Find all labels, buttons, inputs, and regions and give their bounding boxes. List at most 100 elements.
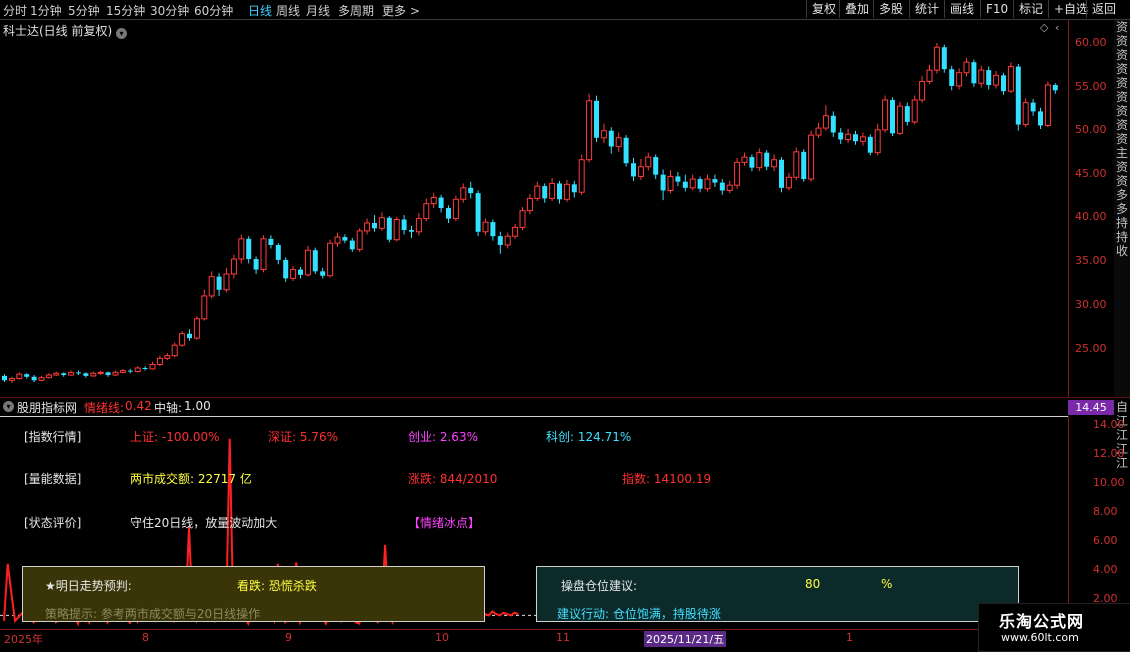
candle[interactable] xyxy=(1030,99,1036,116)
statistics-button[interactable]: 统计 xyxy=(909,0,944,18)
candle[interactable] xyxy=(949,65,955,91)
candle[interactable] xyxy=(704,174,711,192)
candle[interactable] xyxy=(859,132,866,146)
candle[interactable] xyxy=(726,180,733,194)
candle[interactable] xyxy=(971,59,977,87)
candle[interactable] xyxy=(409,225,414,238)
candle[interactable] xyxy=(415,213,422,236)
candle[interactable] xyxy=(956,68,963,90)
candle[interactable] xyxy=(446,205,451,223)
candle[interactable] xyxy=(1044,81,1051,128)
candle[interactable] xyxy=(334,232,341,247)
candle[interactable] xyxy=(512,223,519,239)
candlestick-chart[interactable] xyxy=(0,20,1068,397)
candle[interactable] xyxy=(16,372,23,380)
candle[interactable] xyxy=(749,154,755,172)
period-tab-intraday[interactable]: 分时 xyxy=(3,2,27,19)
back-button[interactable]: 返回 xyxy=(1086,0,1121,18)
candle[interactable] xyxy=(896,101,903,136)
candle[interactable] xyxy=(298,266,303,279)
candle[interactable] xyxy=(756,148,763,172)
candle[interactable] xyxy=(933,42,940,74)
period-tab-multi[interactable]: 多周期 xyxy=(338,2,374,19)
candle[interactable] xyxy=(653,154,659,180)
candle[interactable] xyxy=(156,355,163,367)
candle[interactable] xyxy=(1007,62,1014,93)
candle[interactable] xyxy=(986,66,992,90)
candle[interactable] xyxy=(2,374,7,383)
candle[interactable] xyxy=(386,215,392,243)
candle[interactable] xyxy=(490,219,496,241)
candle[interactable] xyxy=(882,95,889,133)
candle[interactable] xyxy=(452,195,459,222)
candle[interactable] xyxy=(468,181,474,199)
multi-stock-button[interactable]: 多股 xyxy=(873,0,908,18)
f10-button[interactable]: F10 xyxy=(980,0,1013,18)
candle[interactable] xyxy=(364,218,371,235)
candle[interactable] xyxy=(460,183,467,203)
candle[interactable] xyxy=(785,172,792,191)
candle[interactable] xyxy=(290,266,297,281)
candle[interactable] xyxy=(327,239,334,278)
candle[interactable] xyxy=(904,102,910,126)
candle[interactable] xyxy=(645,152,652,171)
candle[interactable] xyxy=(563,179,570,202)
candle[interactable] xyxy=(874,123,881,156)
candle[interactable] xyxy=(600,123,607,144)
candle[interactable] xyxy=(801,149,807,182)
period-tab-more[interactable]: 更多 > xyxy=(382,2,420,19)
period-tab-60min[interactable]: 60分钟 xyxy=(194,2,233,19)
candle[interactable] xyxy=(1015,63,1021,131)
candle[interactable] xyxy=(1001,72,1006,95)
candle[interactable] xyxy=(83,372,89,378)
candle[interactable] xyxy=(378,212,385,231)
candle[interactable] xyxy=(342,234,348,244)
candle[interactable] xyxy=(475,190,481,237)
candle[interactable] xyxy=(497,231,503,254)
candle[interactable] xyxy=(164,353,171,361)
candle[interactable] xyxy=(304,245,311,277)
candle[interactable] xyxy=(608,127,614,154)
candle[interactable] xyxy=(526,194,533,215)
candle[interactable] xyxy=(623,135,629,167)
candle[interactable] xyxy=(549,178,556,202)
candle[interactable] xyxy=(808,130,815,182)
candle[interactable] xyxy=(822,105,829,131)
candle[interactable] xyxy=(911,95,918,125)
candle[interactable] xyxy=(119,368,126,374)
candle[interactable] xyxy=(149,361,156,370)
candle[interactable] xyxy=(268,235,274,249)
candle[interactable] xyxy=(615,132,622,152)
candle[interactable] xyxy=(312,247,318,274)
candle[interactable] xyxy=(712,174,718,187)
candle[interactable] xyxy=(187,329,192,341)
candle[interactable] xyxy=(504,232,511,249)
candle[interactable] xyxy=(393,216,400,242)
candle[interactable] xyxy=(697,176,703,193)
candle[interactable] xyxy=(423,198,430,222)
candle[interactable] xyxy=(216,273,222,296)
candle[interactable] xyxy=(45,373,52,379)
candle[interactable] xyxy=(719,179,725,195)
candle[interactable] xyxy=(963,57,970,77)
candle[interactable] xyxy=(482,218,489,236)
candle[interactable] xyxy=(253,256,259,274)
candle[interactable] xyxy=(134,366,141,373)
candle[interactable] xyxy=(838,128,844,144)
candle[interactable] xyxy=(53,371,60,376)
candle[interactable] xyxy=(24,373,30,379)
candle[interactable] xyxy=(76,370,81,376)
candle[interactable] xyxy=(230,254,237,279)
candle[interactable] xyxy=(741,152,748,166)
candle[interactable] xyxy=(682,174,688,192)
indicator-name[interactable]: 股朋指标网 xyxy=(17,399,77,416)
draw-line-button[interactable]: 画线 xyxy=(944,0,979,18)
candle[interactable] xyxy=(853,130,858,145)
period-tab-weekly[interactable]: 周线 xyxy=(276,2,300,19)
candle[interactable] xyxy=(941,44,947,73)
candle[interactable] xyxy=(349,237,355,252)
candle[interactable] xyxy=(283,257,289,282)
mark-button[interactable]: 标记 xyxy=(1013,0,1048,18)
candle[interactable] xyxy=(675,172,681,187)
candle[interactable] xyxy=(542,183,548,203)
